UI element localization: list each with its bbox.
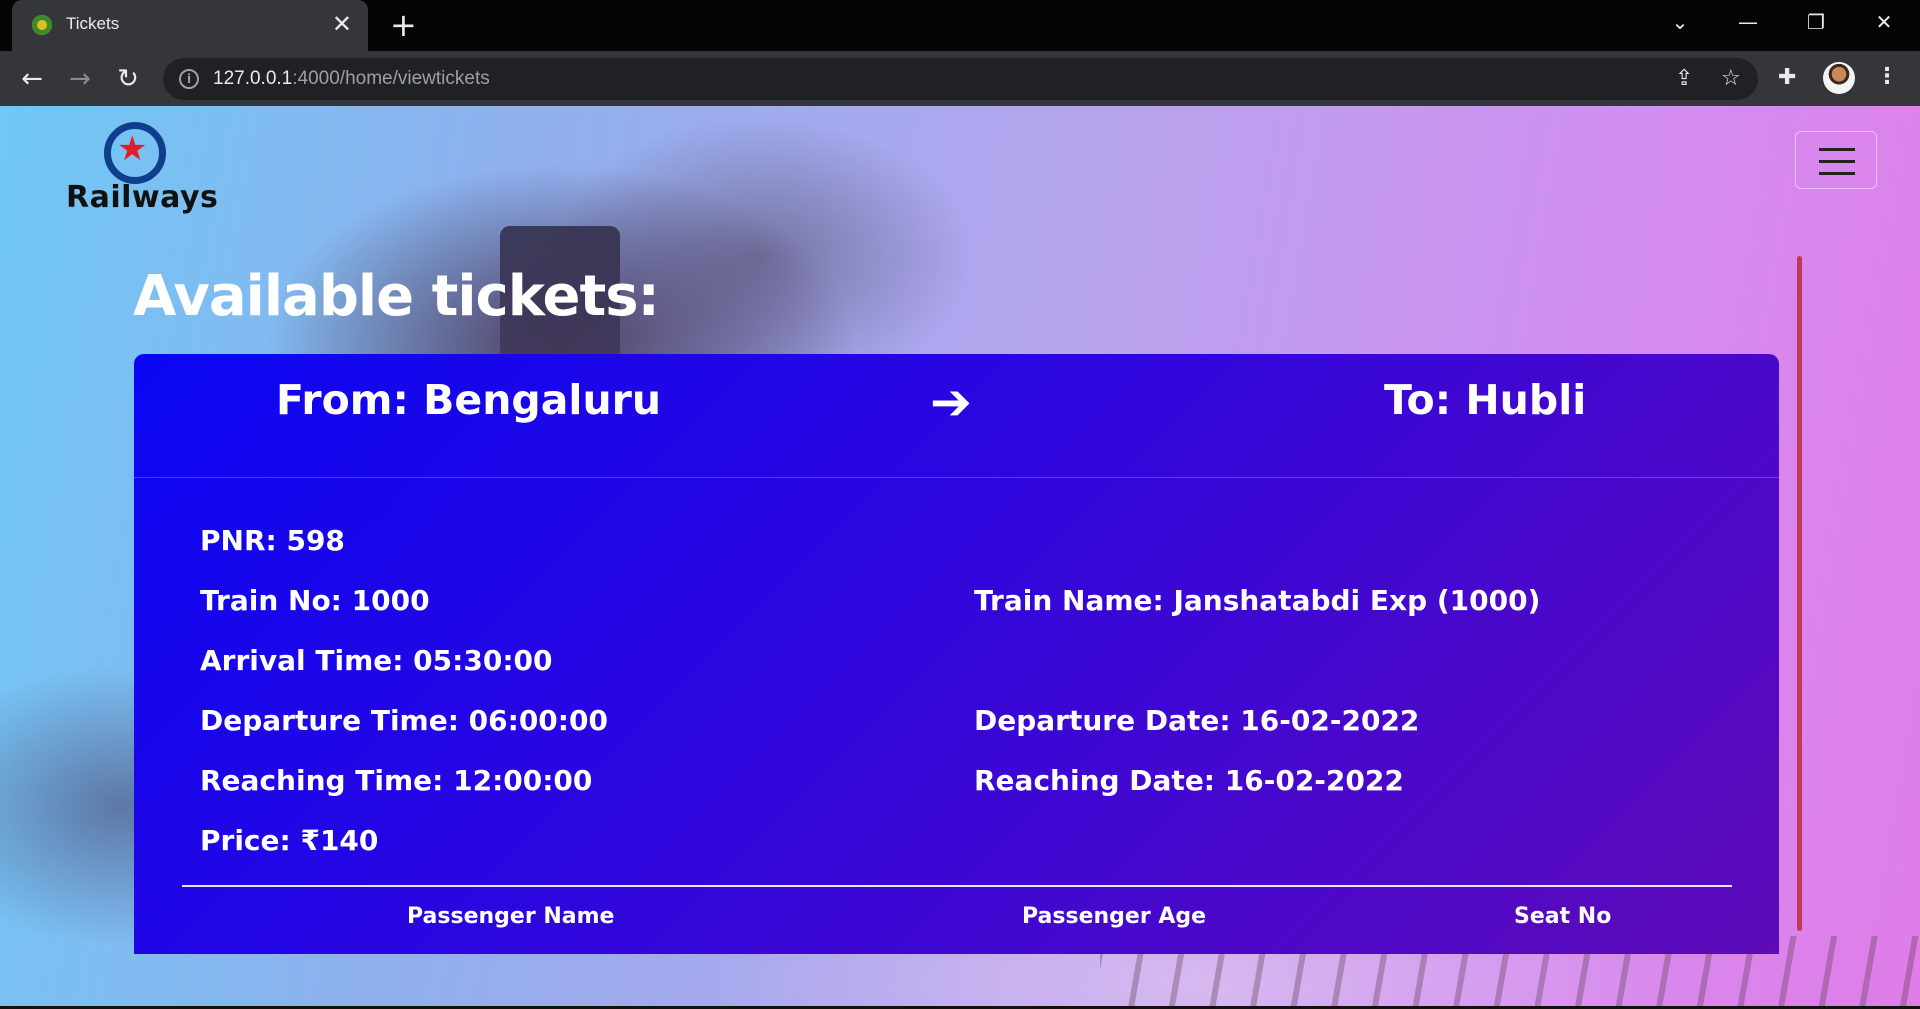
favicon-icon xyxy=(32,15,52,35)
window-close-button[interactable]: ✕ xyxy=(1854,0,1914,44)
logo-text: Railways xyxy=(66,180,219,215)
tab-title: Tickets xyxy=(66,14,120,33)
arrival-time-field: Arrival Time: 05:30:00 xyxy=(200,644,553,677)
ticket-header: From: Bengaluru ➔ To: Hubli xyxy=(134,354,1779,478)
page-viewport: ★ Railways Available tickets: From: Beng… xyxy=(0,106,1920,1009)
info-icon[interactable]: i xyxy=(179,69,199,89)
back-button[interactable]: ← xyxy=(14,61,50,97)
hamburger-line-icon xyxy=(1819,148,1855,151)
browser-tabstrip: Tickets ✕ + ⌄ — ❐ ✕ xyxy=(0,0,1920,51)
profile-avatar[interactable] xyxy=(1823,62,1855,94)
share-icon[interactable]: ⇪ xyxy=(1675,66,1693,92)
tab-close-icon[interactable]: ✕ xyxy=(332,11,352,37)
logo-star-icon: ★ xyxy=(117,129,148,169)
hamburger-line-icon xyxy=(1819,160,1855,163)
url-path: :4000/home/viewtickets xyxy=(292,68,490,89)
hamburger-line-icon xyxy=(1819,172,1855,175)
scrollbar[interactable] xyxy=(1797,256,1802,931)
train-name-field: Train Name: Janshatabdi Exp (1000) xyxy=(974,584,1541,617)
restore-button[interactable]: ❐ xyxy=(1786,0,1846,44)
hamburger-menu-button[interactable] xyxy=(1795,131,1877,189)
from-station: From: Bengaluru xyxy=(276,376,662,424)
menu-icon[interactable]: ⋮ xyxy=(1876,62,1898,92)
forward-button[interactable]: → xyxy=(62,61,98,97)
url-host: 127.0.0.1 xyxy=(213,68,293,89)
departure-time-field: Departure Time: 06:00:00 xyxy=(200,704,608,737)
reaching-time-field: Reaching Time: 12:00:00 xyxy=(200,764,593,797)
star-icon[interactable]: ☆ xyxy=(1721,66,1741,92)
browser-toolbar: ← → ↻ i 127.0.0.1:4000/home/viewtickets … xyxy=(0,51,1920,106)
railways-logo[interactable]: ★ Railways xyxy=(64,122,218,222)
column-header-passenger-name: Passenger Name xyxy=(407,904,615,929)
page-title: Available tickets: xyxy=(133,264,660,329)
table-divider xyxy=(182,885,1732,887)
url-text[interactable]: 127.0.0.1:4000/home/viewtickets xyxy=(213,68,490,90)
address-bar[interactable]: i 127.0.0.1:4000/home/viewtickets ⇪ ☆ xyxy=(163,58,1758,100)
ticket-card: From: Bengaluru ➔ To: Hubli PNR: 598 Tra… xyxy=(134,354,1779,954)
reload-button[interactable]: ↻ xyxy=(110,61,146,97)
column-header-seat-no: Seat No xyxy=(1514,904,1612,929)
price-field: Price: ₹140 xyxy=(200,824,379,857)
extensions-icon[interactable]: ✚ xyxy=(1778,65,1796,91)
column-header-passenger-age: Passenger Age xyxy=(1022,904,1207,929)
new-tab-button[interactable]: + xyxy=(390,8,417,42)
train-no-field: Train No: 1000 xyxy=(200,584,430,617)
tab-search-button[interactable]: ⌄ xyxy=(1650,0,1710,44)
departure-date-field: Departure Date: 16-02-2022 xyxy=(974,704,1420,737)
browser-tab[interactable]: Tickets ✕ xyxy=(12,0,368,51)
arrow-right-icon: ➔ xyxy=(930,373,972,431)
pnr-field: PNR: 598 xyxy=(200,524,345,557)
minimize-button[interactable]: — xyxy=(1718,0,1778,44)
reaching-date-field: Reaching Date: 16-02-2022 xyxy=(974,764,1404,797)
to-station: To: Hubli xyxy=(1384,376,1587,424)
